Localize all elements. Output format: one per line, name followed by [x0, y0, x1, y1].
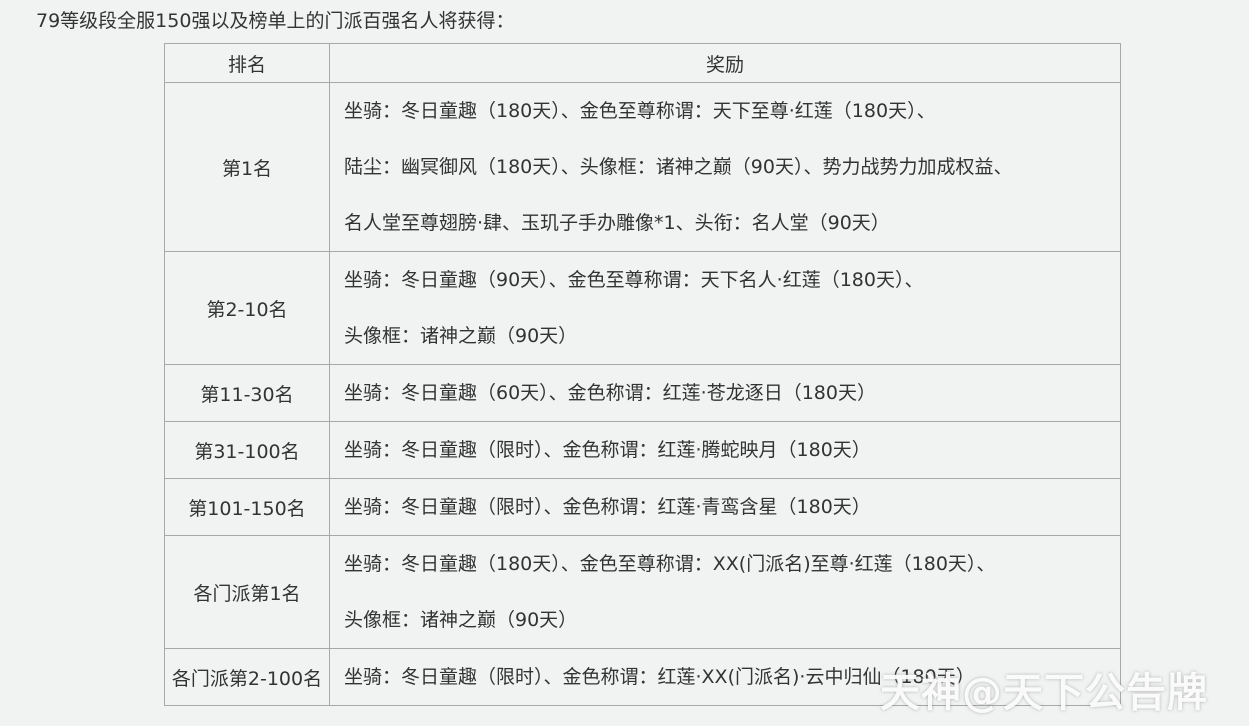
rank-cell: 第2-10名 [164, 251, 330, 365]
reward-line: 坐骑：冬日童趣（180天）、金色至尊称谓：天下至尊·红莲（180天）、 [344, 100, 936, 122]
reward-line: 坐骑：冬日童趣（180天）、金色至尊称谓：XX(门派名)至尊·红莲（180天）、 [344, 553, 996, 575]
header-reward: 奖励 [329, 43, 1121, 83]
rank-cell: 各门派第2-100名 [164, 648, 330, 706]
reward-line: 名人堂至尊翅膀·肆、玉玑子手办雕像*1、头衔：名人堂（90天） [344, 212, 890, 234]
rank-cell: 第101-150名 [164, 478, 330, 536]
table-header-row: 排名 奖励 [164, 43, 1121, 83]
rank-cell: 各门派第1名 [164, 535, 330, 649]
header-rank: 排名 [164, 43, 330, 83]
table-row: 第1名 坐骑：冬日童趣（180天）、金色至尊称谓：天下至尊·红莲（180天）、 … [164, 82, 1121, 252]
table-row: 各门派第1名 坐骑：冬日童趣（180天）、金色至尊称谓：XX(门派名)至尊·红莲… [164, 535, 1121, 649]
reward-cell: 坐骑：冬日童趣（90天）、金色至尊称谓：天下名人·红莲（180天）、 头像框：诸… [329, 251, 1121, 365]
reward-cell: 坐骑：冬日童趣（180天）、金色至尊称谓：天下至尊·红莲（180天）、 陆尘：幽… [329, 82, 1121, 252]
reward-cell: 坐骑：冬日童趣（180天）、金色至尊称谓：XX(门派名)至尊·红莲（180天）、… [329, 535, 1121, 649]
reward-line: 坐骑：冬日童趣（90天）、金色至尊称谓：天下名人·红莲（180天）、 [344, 269, 924, 291]
reward-line: 头像框：诸神之巅（90天） [344, 325, 578, 347]
watermark: 天神@天下公告牌 [880, 670, 1208, 716]
rank-cell: 第31-100名 [164, 421, 330, 479]
reward-line: 头像框：诸神之巅（90天） [344, 609, 578, 631]
table-row: 第11-30名 坐骑：冬日童趣（60天）、金色称谓：红莲·苍龙逐日（180天） [164, 364, 1121, 422]
rank-cell: 第11-30名 [164, 364, 330, 422]
reward-cell: 坐骑：冬日童趣（限时）、金色称谓：红莲·腾蛇映月（180天） [329, 421, 1121, 479]
table-row: 第101-150名 坐骑：冬日童趣（限时）、金色称谓：红莲·青鸾含星（180天） [164, 478, 1121, 536]
reward-line: 陆尘：幽冥御风（180天）、头像框：诸神之巅（90天）、势力战势力加成权益、 [344, 156, 1013, 178]
reward-table: 排名 奖励 第1名 坐骑：冬日童趣（180天）、金色至尊称谓：天下至尊·红莲（1… [164, 43, 1121, 706]
reward-line: 坐骑：冬日童趣（限时）、金色称谓：红莲·青鸾含星（180天） [344, 496, 871, 518]
table-row: 第2-10名 坐骑：冬日童趣（90天）、金色至尊称谓：天下名人·红莲（180天）… [164, 251, 1121, 365]
reward-line: 坐骑：冬日童趣（限时）、金色称谓：红莲·腾蛇映月（180天） [344, 439, 871, 461]
intro-text: 79等级段全服150强以及榜单上的门派百强名人将获得： [36, 10, 515, 32]
rank-cell: 第1名 [164, 82, 330, 252]
table-row: 第31-100名 坐骑：冬日童趣（限时）、金色称谓：红莲·腾蛇映月（180天） [164, 421, 1121, 479]
reward-cell: 坐骑：冬日童趣（60天）、金色称谓：红莲·苍龙逐日（180天） [329, 364, 1121, 422]
reward-cell: 坐骑：冬日童趣（限时）、金色称谓：红莲·青鸾含星（180天） [329, 478, 1121, 536]
reward-line: 坐骑：冬日童趣（60天）、金色称谓：红莲·苍龙逐日（180天） [344, 382, 876, 404]
